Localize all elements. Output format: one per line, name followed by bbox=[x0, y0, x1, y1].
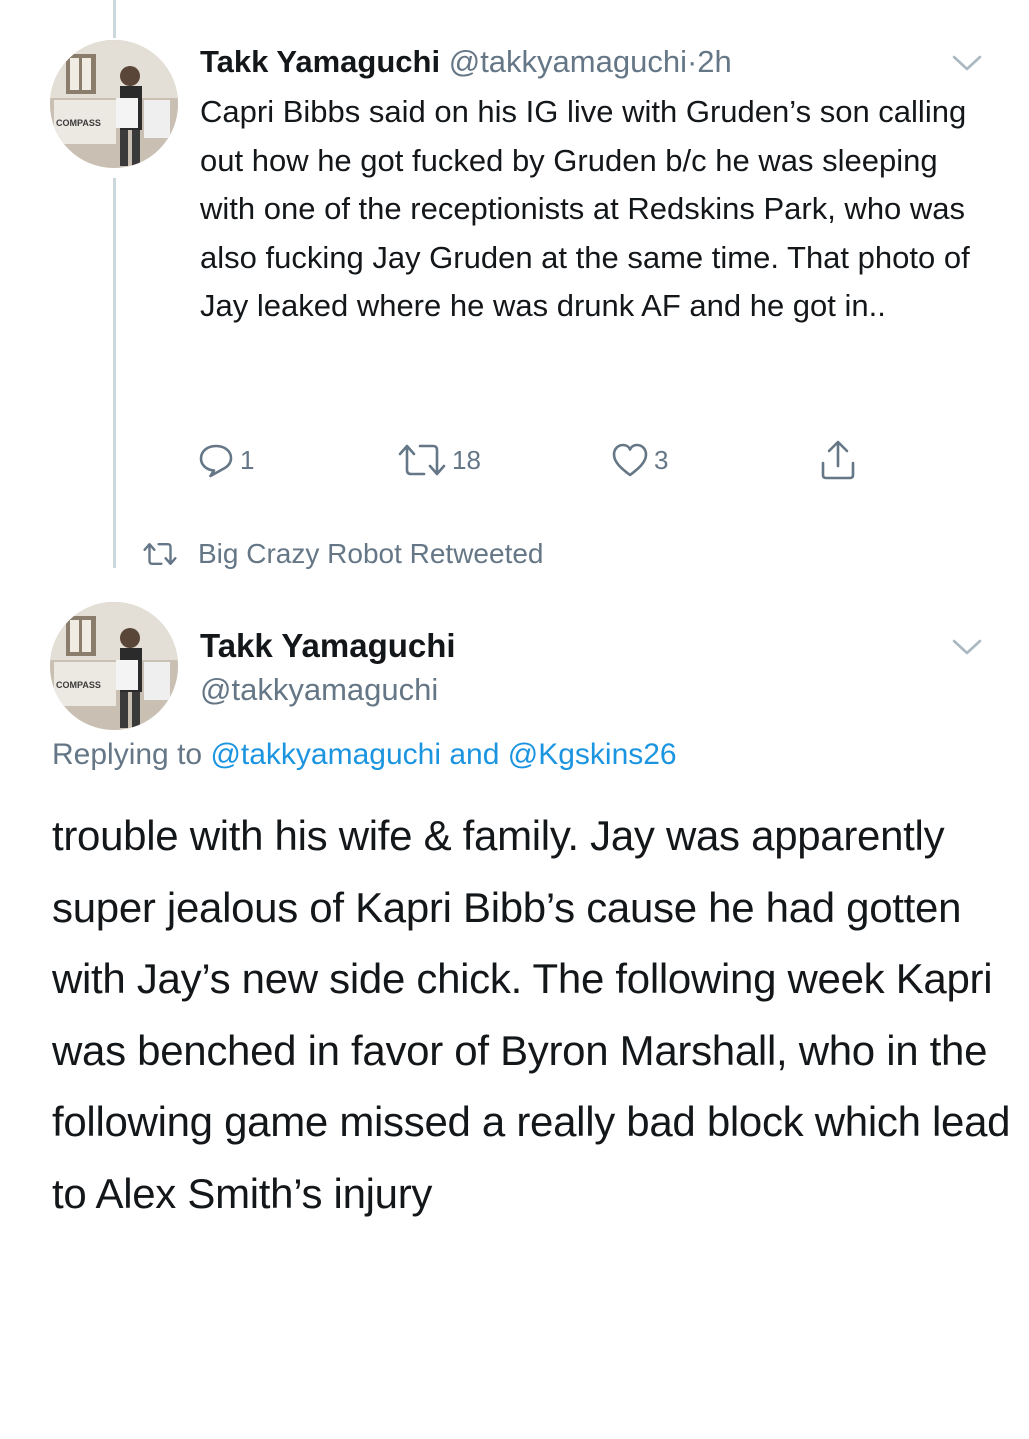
avatar-photo: COMPASS bbox=[50, 40, 178, 168]
mention-link[interactable]: @Kgskins26 bbox=[508, 738, 677, 771]
retweet-count: 18 bbox=[452, 444, 481, 475]
avatar[interactable]: COMPASS bbox=[50, 602, 178, 730]
time-separator: · bbox=[686, 44, 698, 79]
replying-prefix: Replying to bbox=[52, 738, 203, 771]
reply-icon bbox=[199, 444, 233, 478]
timestamp[interactable]: 2h bbox=[697, 44, 731, 79]
thread-line-top bbox=[113, 0, 116, 38]
chevron-down-icon[interactable] bbox=[950, 636, 984, 658]
username[interactable]: @takkyamaguchi bbox=[200, 668, 438, 712]
retweet-context[interactable]: Big Crazy Robot Retweeted bbox=[140, 532, 544, 576]
thread-line bbox=[113, 178, 116, 568]
avatar-photo: COMPASS bbox=[50, 602, 178, 730]
heart-icon bbox=[612, 443, 648, 477]
display-name[interactable]: Takk Yamaguchi bbox=[200, 624, 456, 668]
tweet-header: Takk Yamaguchi @takkyamaguchi·2h bbox=[200, 40, 732, 84]
share-icon bbox=[821, 440, 855, 480]
like-count: 3 bbox=[654, 444, 669, 475]
tweet-text: Capri Bibbs said on his IG live with Gru… bbox=[200, 94, 970, 323]
replying-to: Replying to @takkyamaguchi and @Kgskins2… bbox=[52, 733, 677, 777]
retweet-icon bbox=[398, 444, 446, 476]
share-button[interactable] bbox=[818, 438, 858, 482]
reply-button[interactable]: 1 bbox=[196, 438, 254, 482]
avatar-logo-text: COMPASS bbox=[56, 118, 101, 128]
tweet-text: trouble with his wife & family. Jay was … bbox=[52, 812, 1011, 1217]
chevron-down-icon[interactable] bbox=[950, 52, 984, 74]
retweet-button[interactable]: 18 bbox=[396, 438, 481, 482]
retweet-icon bbox=[143, 543, 177, 565]
avatar[interactable]: COMPASS bbox=[50, 40, 178, 168]
tweet-actions: 1 18 3 bbox=[196, 438, 876, 482]
replying-and: and bbox=[449, 738, 500, 771]
username[interactable]: @takkyamaguchi bbox=[449, 44, 687, 79]
display-name[interactable]: Takk Yamaguchi bbox=[200, 44, 440, 79]
avatar-logo-text: COMPASS bbox=[56, 680, 101, 690]
mention-link[interactable]: @takkyamaguchi bbox=[210, 738, 441, 771]
reply-count: 1 bbox=[240, 444, 255, 475]
retweet-context-text: Big Crazy Robot Retweeted bbox=[198, 538, 544, 569]
like-button[interactable]: 3 bbox=[610, 438, 668, 482]
